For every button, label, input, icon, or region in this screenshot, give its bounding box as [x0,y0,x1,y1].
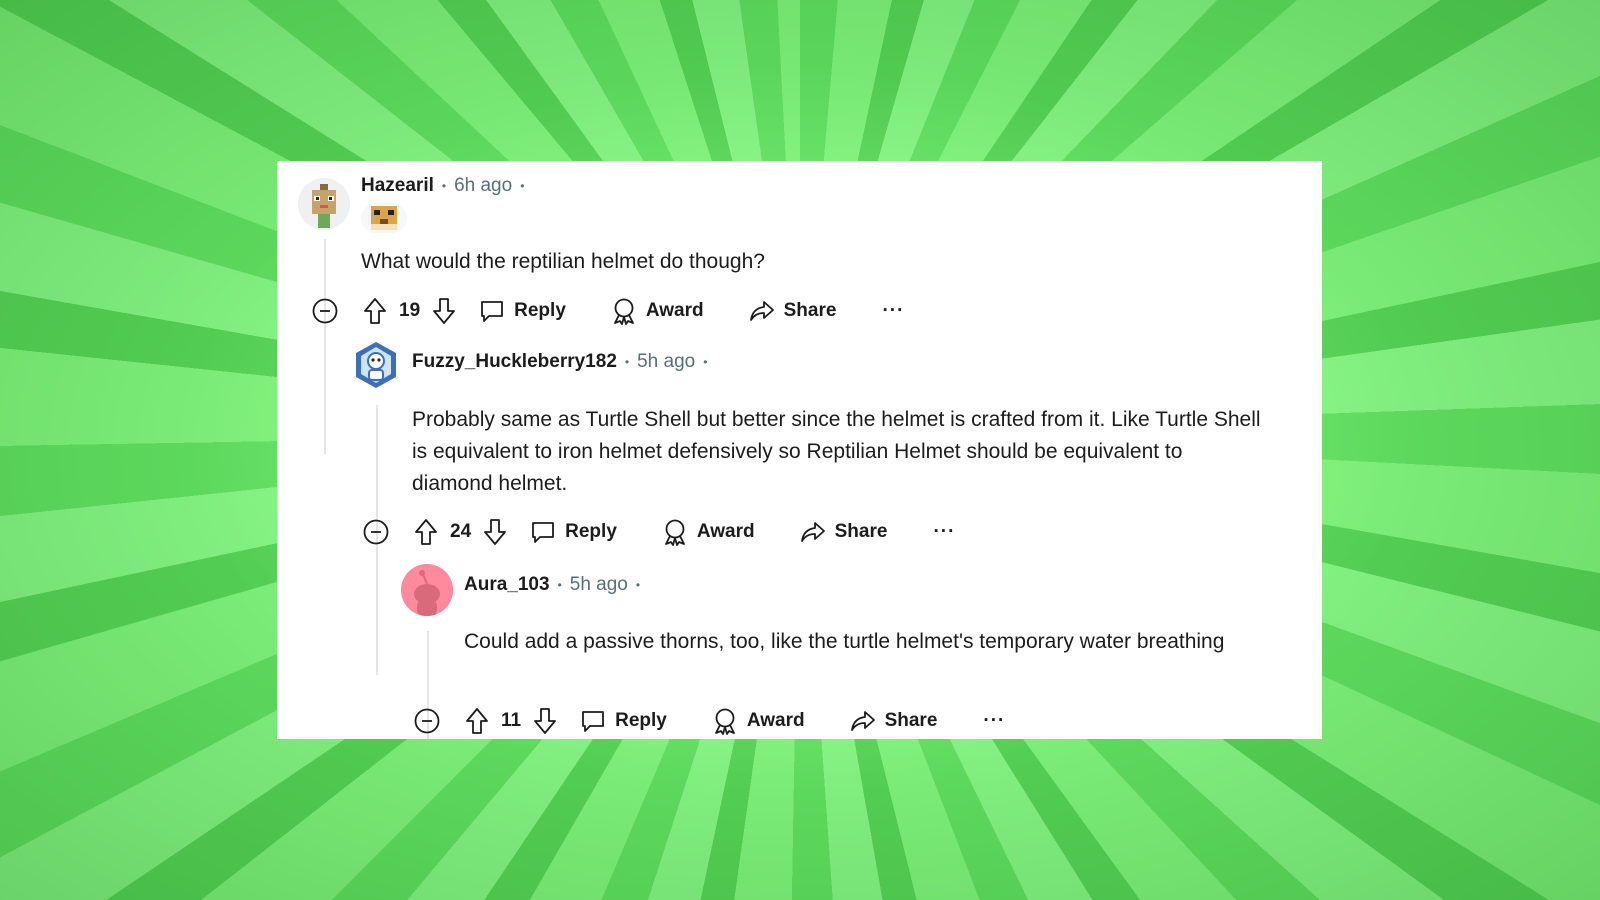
minecraft-avatar-icon [298,178,350,230]
upvote-icon[interactable] [361,297,389,325]
share-icon [849,707,877,735]
avatar-hazearil[interactable] [298,178,350,230]
upvote-icon[interactable] [412,518,440,546]
downvote-icon[interactable] [531,707,559,735]
separator-dot: • [441,179,447,193]
comment-1-header: Hazearil • 6h ago • [361,175,524,197]
comment-1-actions: 19 Reply Award Share ··· [311,294,904,328]
separator-dot: • [557,578,562,592]
comment-1-time[interactable]: 6h ago [454,175,512,197]
comment-3-text: Could add a passive thorns, too, like th… [464,630,1225,653]
comment-1-score: 19 [399,300,421,321]
comment-2-text: Probably same as Turtle Shell but better… [412,408,1261,495]
more-options-button[interactable]: ··· [882,300,904,322]
share-button[interactable]: Share [849,707,938,735]
share-label: Share [783,300,837,321]
comment-3-time[interactable]: 5h ago [570,574,628,596]
reply-label: Reply [615,710,667,731]
collapse-icon[interactable] [413,707,441,735]
share-button[interactable]: Share [799,518,888,546]
comment-3-score: 11 [501,710,522,731]
separator-dot: • [520,179,525,193]
avatar-aura-103[interactable] [401,564,453,616]
comment-3-header: Aura_103 • 5h ago • [464,574,640,596]
comment-2-time[interactable]: 5h ago [637,351,695,373]
comment-2-username[interactable]: Fuzzy_Huckleberry182 [412,351,617,373]
share-button[interactable]: Share [748,297,837,325]
reply-label: Reply [565,521,617,542]
downvote-icon[interactable] [430,297,458,325]
reply-button[interactable]: Reply [579,707,667,735]
reply-button[interactable]: Reply [478,297,566,325]
upvote-icon[interactable] [463,707,491,735]
award-button[interactable]: Award [661,518,755,546]
separator-dot: • [703,355,708,369]
share-icon [799,518,827,546]
award-label: Award [746,710,805,731]
share-icon [748,297,776,325]
award-icon [610,297,638,325]
comment-icon [529,518,557,546]
collapse-icon[interactable] [311,297,339,325]
robot-avatar-icon [356,342,396,388]
comment-icon [579,707,607,735]
comment-3-actions: 11 Reply Award Share ··· [413,704,1005,738]
comment-1-username[interactable]: Hazearil [361,175,434,197]
separator-dot: • [635,578,641,592]
comment-icon [478,297,506,325]
comment-2-actions: 24 Reply Award Share ··· [362,515,955,549]
award-icon [661,518,689,546]
more-options-button[interactable]: ··· [933,521,955,543]
flair-pixel-icon [371,206,397,230]
collapse-icon[interactable] [362,518,390,546]
comment-2-header: Fuzzy_Huckleberry182 • 5h ago • [412,351,707,373]
comment-thread-card: Hazearil • 6h ago • What would the repti… [277,161,1322,739]
avatar-fuzzy-huckleberry182[interactable] [350,339,402,391]
reply-button[interactable]: Reply [529,518,617,546]
comment-1-text: What would the reptilian helmet do thoug… [361,250,765,273]
thread-line-1 [324,239,326,454]
separator-dot: • [624,355,630,369]
award-label: Award [696,521,755,542]
award-button[interactable]: Award [610,297,704,325]
snoo-avatar-icon [401,564,453,616]
share-label: Share [884,710,938,731]
reply-label: Reply [514,300,566,321]
comment-3-username[interactable]: Aura_103 [464,574,550,596]
award-icon [711,707,739,735]
more-options-button[interactable]: ··· [983,710,1005,732]
user-flair [361,203,407,233]
downvote-icon[interactable] [481,518,509,546]
award-label: Award [645,300,704,321]
share-label: Share [834,521,888,542]
award-button[interactable]: Award [711,707,805,735]
comment-2-score: 24 [450,521,472,542]
